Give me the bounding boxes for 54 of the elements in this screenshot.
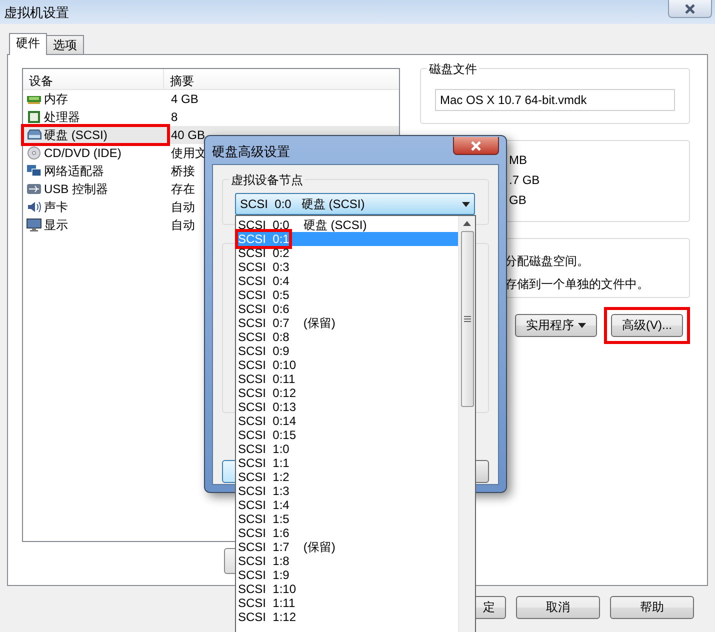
device-name: CD/DVD (IDE)	[23, 144, 168, 162]
node-label: SCSI 1:2	[238, 470, 290, 484]
node-label: SCSI 1:12	[238, 610, 296, 624]
node-label: SCSI 1:10	[238, 582, 296, 596]
node-label: SCSI 0:10	[238, 358, 296, 372]
node-label: SCSI 0:11	[238, 372, 296, 386]
dialog-title: 硬盘高级设置	[212, 143, 290, 161]
device-summary: 存在	[170, 180, 195, 198]
device-summary: 8	[170, 110, 178, 124]
device-name: 内存	[23, 90, 168, 108]
capacity-text: .7 GB	[509, 173, 541, 187]
node-label: SCSI 0:15	[238, 428, 296, 442]
node-label: SCSI 1:11	[238, 596, 296, 610]
group-title: 虚拟设备节点	[229, 172, 305, 189]
device-summary: 自动	[170, 216, 195, 234]
device-name: 处理器	[23, 108, 168, 126]
node-label: SCSI 0:1	[238, 232, 290, 246]
node-label: SCSI 1:0	[238, 442, 290, 456]
node-label: SCSI 0:9	[238, 344, 290, 358]
node-label: SCSI 0:12	[238, 386, 296, 400]
capacity-text: GB	[509, 193, 528, 207]
node-note: (保留)	[303, 316, 336, 330]
node-label: SCSI 0:0	[238, 218, 290, 232]
node-label: SCSI 1:8	[238, 554, 290, 568]
node-note: (保留)	[303, 540, 336, 554]
node-label: SCSI 1:1	[238, 456, 290, 470]
node-label: SCSI 0:6	[238, 302, 290, 316]
node-note: 硬盘 (SCSI)	[303, 218, 367, 232]
node-label: SCSI 1:9	[238, 568, 290, 582]
node-label: SCSI 1:3	[238, 484, 290, 498]
node-label: SCSI 0:14	[238, 414, 296, 428]
node-label: SCSI 1:4	[238, 498, 290, 512]
node-label: SCSI 1:7	[238, 540, 290, 554]
device-name: 网络适配器	[23, 162, 168, 180]
node-label: SCSI 1:6	[238, 526, 290, 540]
node-label: SCSI 0:3	[238, 260, 290, 274]
device-name: 硬盘 (SCSI)	[23, 126, 168, 144]
device-summary: 自动	[170, 198, 195, 216]
node-label: SCSI 0:5	[238, 288, 290, 302]
group-title: 磁盘文件	[427, 61, 479, 78]
node-label: SCSI 1:5	[238, 512, 290, 526]
node-label: SCSI 0:13	[238, 400, 296, 414]
capacity-text: MB	[509, 153, 528, 167]
device-summary: 桥接	[170, 162, 195, 180]
device-name: 声卡	[23, 198, 168, 216]
window-title: 虚拟机设置	[4, 4, 69, 22]
device-name: USB 控制器	[23, 180, 168, 198]
node-label: SCSI 0:8	[238, 330, 290, 344]
device-summary: 40 GB	[170, 128, 206, 142]
node-label: SCSI 0:4	[238, 274, 290, 288]
device-summary: 4 GB	[170, 92, 198, 106]
device-name: 显示	[23, 216, 168, 234]
node-label: SCSI 0:2	[238, 246, 290, 260]
node-label: SCSI 0:7	[238, 316, 290, 330]
